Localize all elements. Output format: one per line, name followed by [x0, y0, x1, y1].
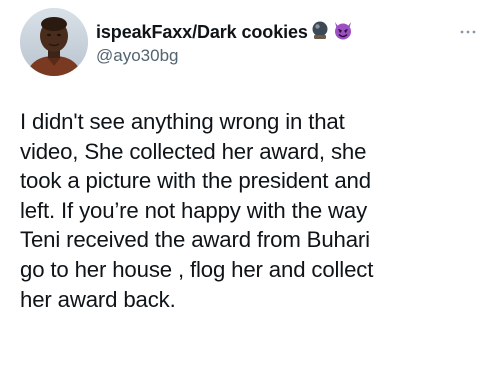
smiling-face-with-horns-icon [332, 19, 354, 46]
more-options-button[interactable] [458, 22, 478, 42]
display-name[interactable]: ispeakFaxx/Dark cookies [96, 21, 308, 43]
avatar[interactable] [20, 8, 88, 76]
tweet-text: I didn't see anything wrong in that vide… [20, 109, 374, 312]
user-handle[interactable]: @ayo30bg [96, 45, 480, 67]
crystal-ball-icon [310, 20, 330, 45]
more-horizontal-icon [460, 30, 476, 34]
tweet-card: ispeakFaxx/Dark cookies @ayo30bg I didn'… [0, 0, 500, 380]
name-row: ispeakFaxx/Dark cookies [96, 20, 480, 44]
avatar-image [20, 8, 88, 76]
tweet-header: ispeakFaxx/Dark cookies @ayo30bg [96, 20, 480, 67]
